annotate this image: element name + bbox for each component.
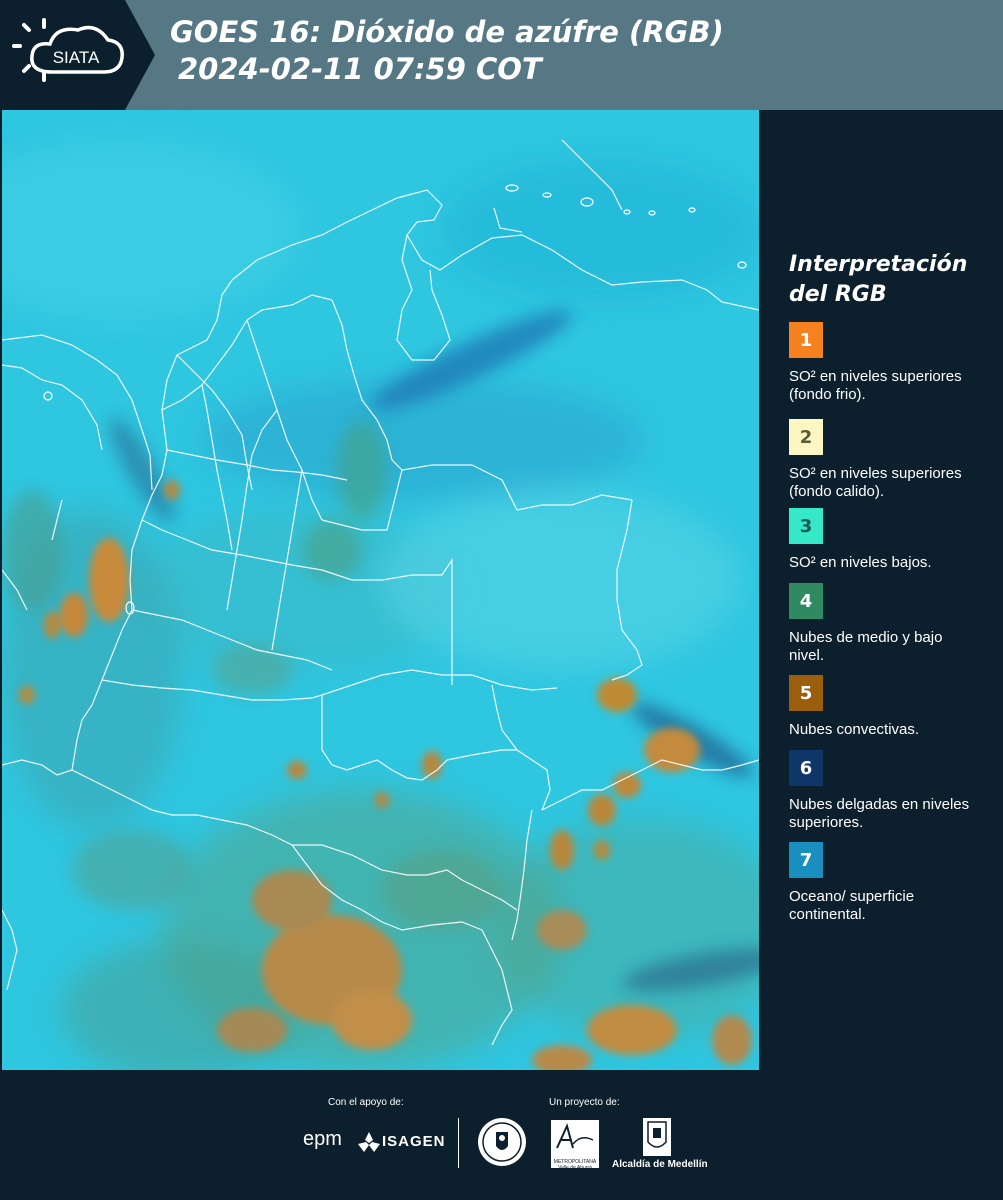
legend-item: 6 Nubes delgadas en niveles superiores. — [789, 750, 979, 832]
legend-label-6: Nubes delgadas en niveles superiores. — [789, 796, 970, 831]
legend-item: 2 SO² en niveles superiores (fondo calid… — [789, 419, 979, 501]
medellin-seal-icon — [476, 1116, 528, 1173]
satellite-map — [2, 110, 759, 1070]
alcaldia-caption: Alcaldía de Medellín — [612, 1159, 708, 1170]
legend-swatch-5: 5 — [789, 675, 823, 711]
siata-logo: SIATA — [0, 0, 155, 110]
legend-label-1: SO² en niveles superiores (fondo frio). — [789, 368, 962, 403]
header-bar: SIATA GOES 16: Dióxido de azúfre (RGB) 2… — [0, 0, 1003, 110]
title-line-1: GOES 16: Dióxido de azúfre (RGB) — [170, 15, 724, 49]
support-label: Con el apoyo de: — [328, 1097, 404, 1108]
legend-swatch-4: 4 — [789, 583, 823, 619]
project-label: Un proyecto de: — [549, 1097, 620, 1108]
legend-swatch-1: 1 — [789, 322, 823, 358]
legend-label-7: Oceano/ superficie continental. — [789, 888, 915, 923]
legend-item: 3 SO² en niveles bajos. — [789, 508, 979, 572]
legend-item: 1 SO² en niveles superiores (fondo frio)… — [789, 322, 979, 404]
legend-label-4: Nubes de medio y bajo nivel. — [789, 629, 943, 664]
page-title: GOES 16: Dióxido de azúfre (RGB) 2024-02… — [170, 14, 724, 88]
legend-title: Interpretación del RGB — [789, 252, 968, 307]
alcaldia-shield-icon — [643, 1118, 671, 1161]
legend-item: 4 Nubes de medio y bajo nivel. — [789, 583, 979, 665]
svg-text:SIATA: SIATA — [53, 48, 100, 67]
legend-swatch-2: 2 — [789, 419, 823, 455]
legend-label-5: Nubes convectivas. — [789, 721, 920, 738]
area-metropolitana-logo: METROPOLITANA Valle de Aburrá — [551, 1120, 599, 1171]
isagen-logo: ISAGEN — [382, 1133, 446, 1150]
legend-swatch-3: 3 — [789, 508, 823, 544]
legend-swatch-7: 7 — [789, 842, 823, 878]
legend-label-3: SO² en niveles bajos. — [789, 554, 932, 571]
legend-item: 7 Oceano/ superficie continental. — [789, 842, 979, 924]
legend-swatch-6: 6 — [789, 750, 823, 786]
footer-divider — [458, 1118, 459, 1168]
isagen-icon — [358, 1132, 380, 1157]
epm-logo: epm — [303, 1128, 342, 1150]
title-line-2: 2024-02-11 07:59 COT — [178, 52, 542, 86]
footer: Con el apoyo de: Un proyecto de: epm ISA… — [0, 1070, 1003, 1200]
legend-item: 5 Nubes convectivas. — [789, 675, 979, 739]
legend-label-2: SO² en niveles superiores (fondo calido)… — [789, 465, 962, 500]
